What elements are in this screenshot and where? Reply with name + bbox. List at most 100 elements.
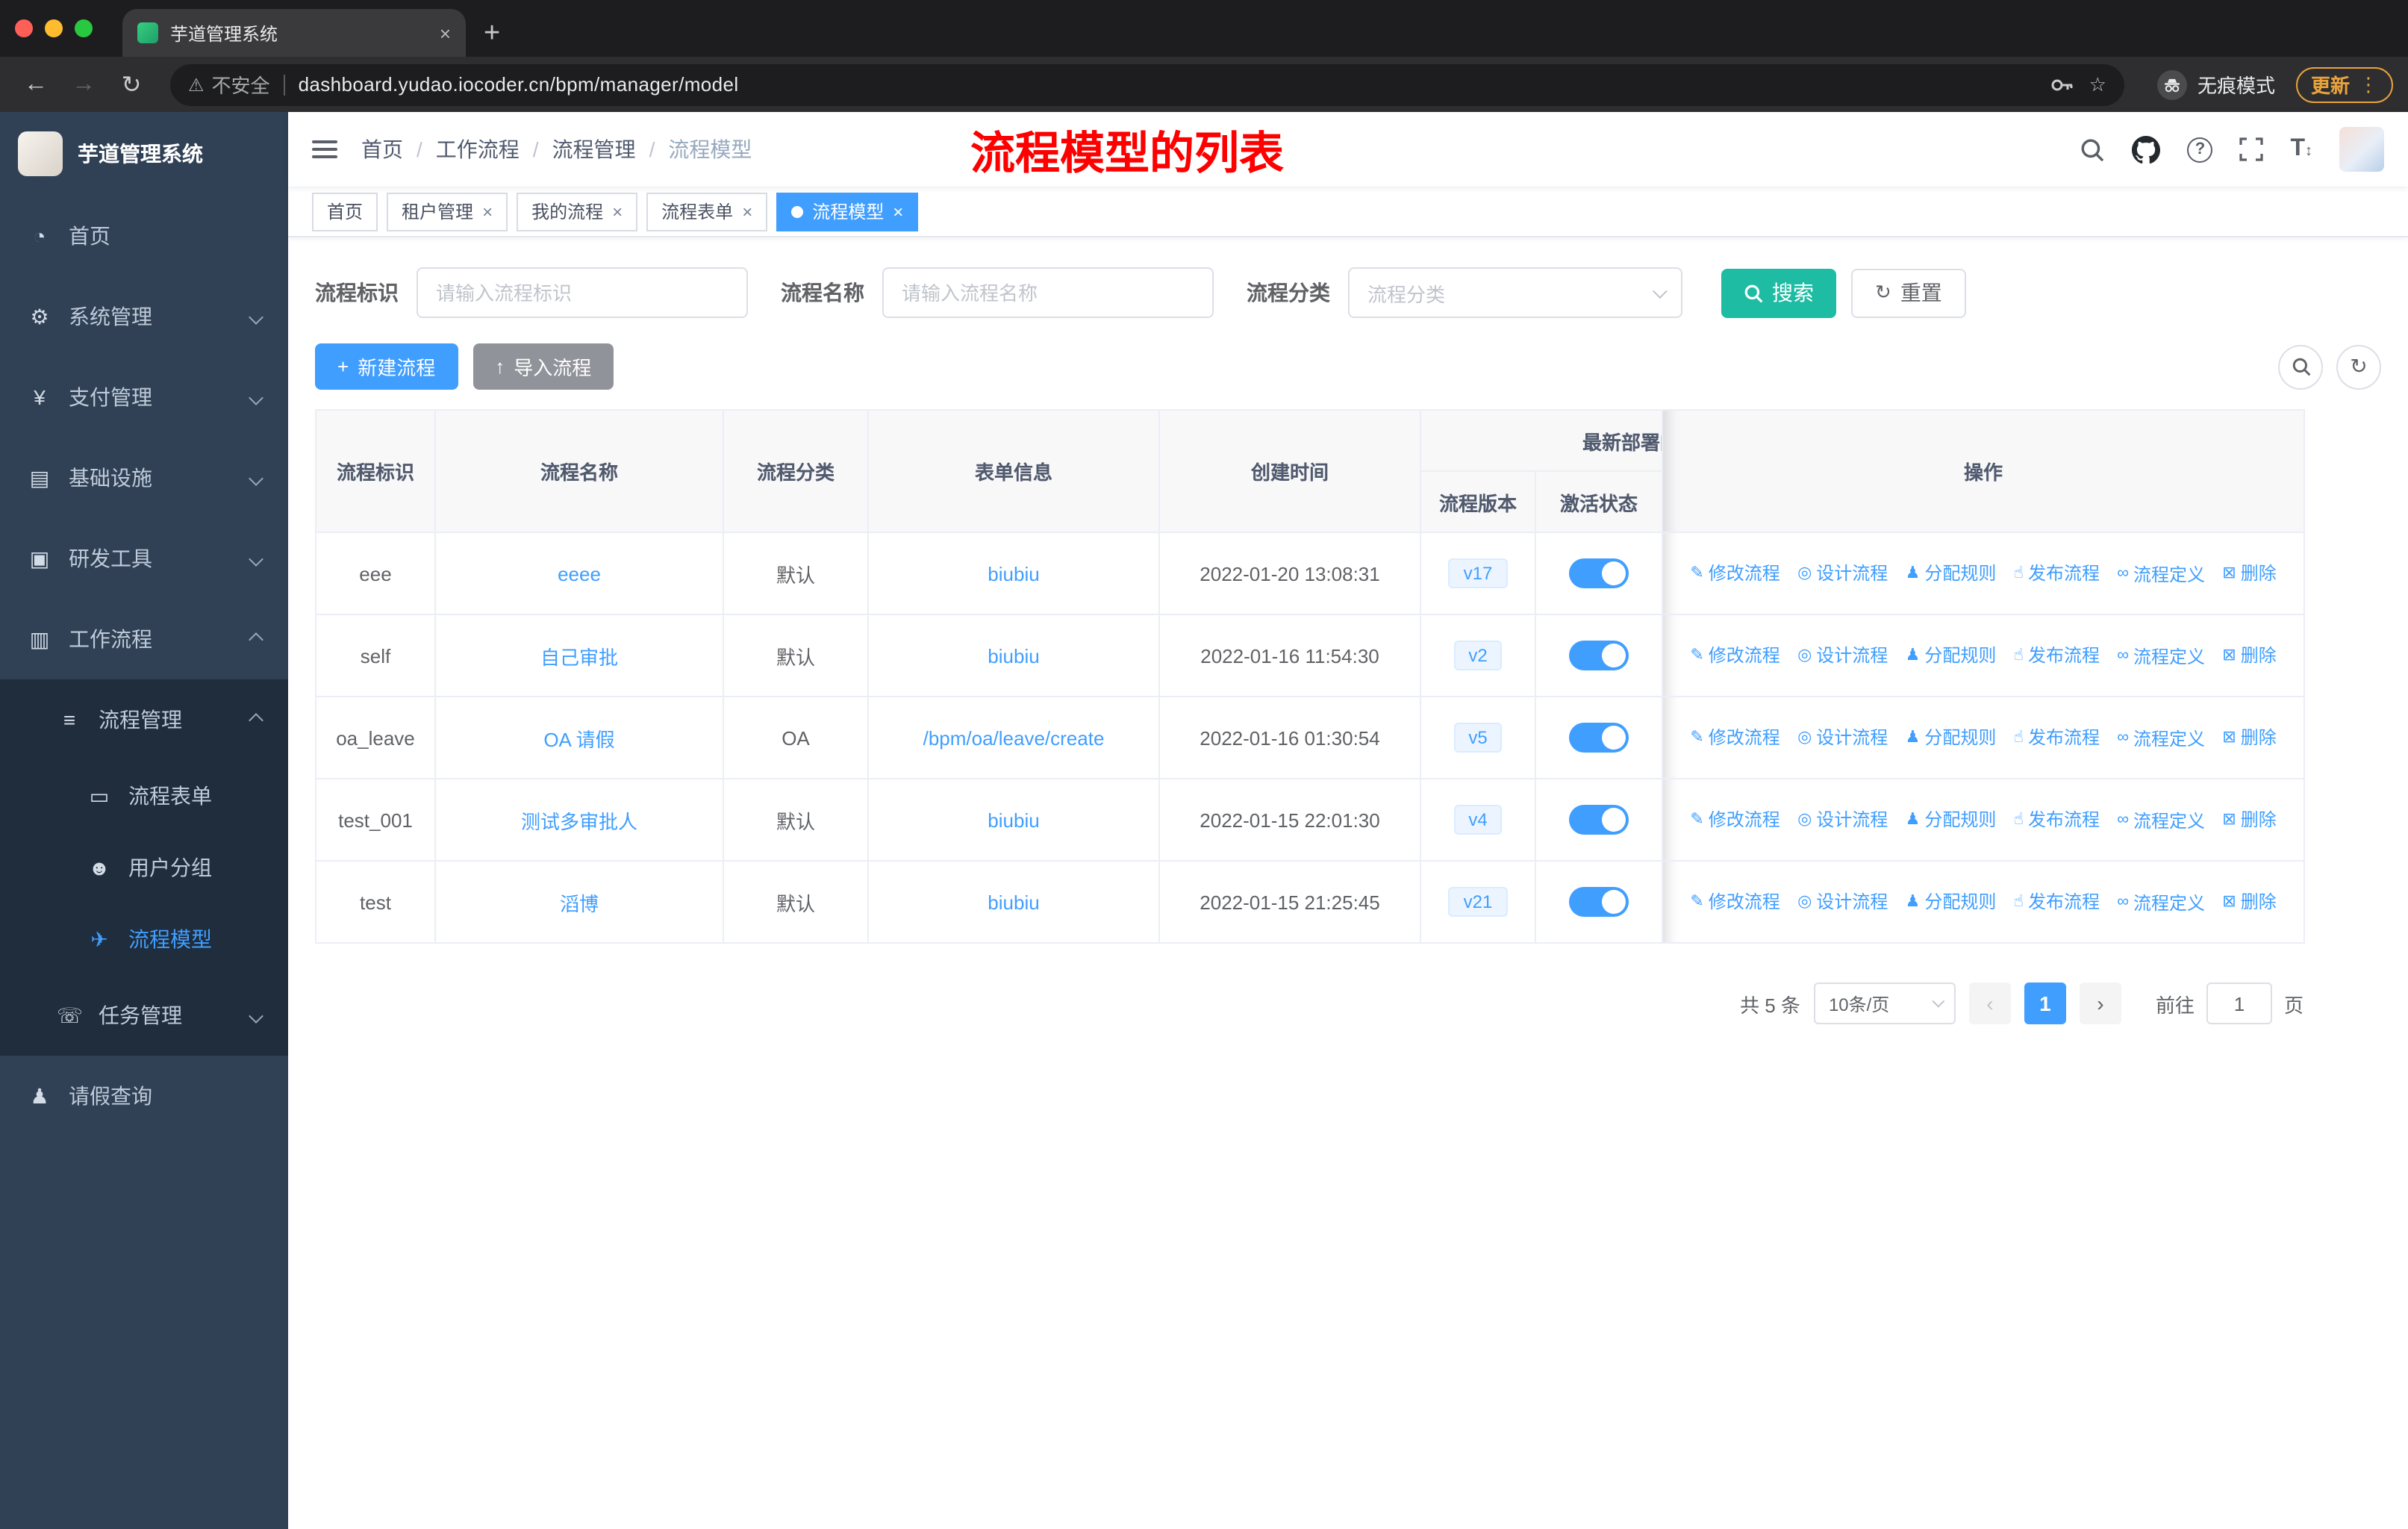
publish-process-link[interactable]: ☝ 发布流程 [2014,807,2100,832]
next-page-button[interactable]: › [2079,983,2121,1024]
active-toggle[interactable] [1569,641,1629,670]
process-definition-link[interactable]: ∞ 流程定义 [2117,561,2205,587]
sidebar-item-process-form[interactable]: ▭ 流程表单 [0,760,288,832]
search-icon[interactable] [2080,137,2105,162]
browser-menu-icon[interactable]: ⋮ [2359,72,2378,96]
window-minimize-button[interactable] [45,19,63,37]
active-toggle[interactable] [1569,558,1629,588]
process-name-link[interactable]: 滔博 [560,892,599,915]
process-name-link[interactable]: eeee [558,562,601,585]
modify-process-link[interactable]: ✎ 修改流程 [1690,807,1780,832]
close-icon[interactable]: × [482,201,493,222]
search-button[interactable]: 搜索 [1721,268,1836,317]
delete-process-link[interactable]: ⊠ 删除 [2222,725,2276,750]
modify-process-link[interactable]: ✎ 修改流程 [1690,643,1780,668]
github-icon[interactable] [2132,135,2161,164]
publish-process-link[interactable]: ☝ 发布流程 [2014,643,2100,668]
help-icon[interactable]: ? [2187,137,2213,162]
process-id-input[interactable] [417,267,748,318]
sidebar-item-task-management[interactable]: ☏ 任务管理 [0,975,288,1056]
assign-rule-link[interactable]: ♟ 分配规则 [1906,889,1997,915]
modify-process-link[interactable]: ✎ 修改流程 [1690,725,1780,750]
form-info-link[interactable]: /bpm/oa/leave/create [923,726,1105,749]
modify-process-link[interactable]: ✎ 修改流程 [1690,561,1780,586]
goto-page-input[interactable] [2206,983,2272,1024]
sidebar-item-process-model[interactable]: ✈ 流程模型 [0,903,288,975]
sidebar-item-infrastructure[interactable]: ▤ 基础设施 [0,437,288,518]
sidebar-item-leave-query[interactable]: ♟ 请假查询 [0,1056,288,1136]
form-info-link[interactable]: biubiu [988,809,1039,831]
tag-process-model[interactable]: 流程模型 × [776,192,919,231]
publish-process-link[interactable]: ☝ 发布流程 [2014,889,2100,915]
sidebar-item-workflow[interactable]: ▥ 工作流程 [0,599,288,679]
delete-process-link[interactable]: ⊠ 删除 [2222,561,2276,586]
assign-rule-link[interactable]: ♟ 分配规则 [1906,561,1997,586]
password-key-icon[interactable] [2050,72,2074,96]
delete-process-link[interactable]: ⊠ 删除 [2222,643,2276,668]
hamburger-icon[interactable] [312,136,337,163]
process-definition-link[interactable]: ∞ 流程定义 [2117,808,2205,833]
address-bar[interactable]: ⚠ 不安全 dashboard.yudao.iocoder.cn/bpm/man… [170,63,2124,105]
sidebar-item-home[interactable]: ◔ 首页 [0,196,288,276]
process-definition-link[interactable]: ∞ 流程定义 [2117,890,2205,915]
user-avatar[interactable] [2339,127,2384,172]
sidebar-item-user-group[interactable]: ☻ 用户分组 [0,832,288,903]
tag-my-process[interactable]: 我的流程 × [517,192,638,231]
reload-button[interactable]: ↻ [110,63,152,105]
modify-process-link[interactable]: ✎ 修改流程 [1690,889,1780,915]
form-info-link[interactable]: biubiu [988,562,1039,585]
browser-update-button[interactable]: 更新 ⋮ [2295,66,2393,102]
import-process-button[interactable]: ↑ 导入流程 [472,343,614,390]
delete-process-link[interactable]: ⊠ 删除 [2222,889,2276,915]
publish-process-link[interactable]: ☝ 发布流程 [2014,725,2100,750]
tag-process-form[interactable]: 流程表单 × [646,192,768,231]
design-process-link[interactable]: ◎ 设计流程 [1797,807,1888,832]
page-1-button[interactable]: 1 [2024,983,2066,1024]
design-process-link[interactable]: ◎ 设计流程 [1797,643,1888,668]
refresh-table-button[interactable]: ↻ [2336,344,2381,389]
sidebar-item-devtools[interactable]: ▣ 研发工具 [0,518,288,599]
process-name-link[interactable]: 自己审批 [540,646,618,668]
breadcrumb-workflow[interactable]: 工作流程 [436,134,520,164]
back-button[interactable]: ← [15,63,57,105]
reset-button[interactable]: ↻ 重置 [1851,268,1966,317]
close-icon[interactable]: × [893,201,903,222]
process-name-input[interactable] [882,267,1214,318]
breadcrumb-home[interactable]: 首页 [361,134,403,164]
breadcrumb-process-management[interactable]: 流程管理 [552,134,636,164]
process-name-link[interactable]: OA 请假 [543,728,614,750]
sidebar-item-payment[interactable]: ¥ 支付管理 [0,357,288,437]
tag-tenant-management[interactable]: 租户管理 × [387,192,508,231]
window-close-button[interactable] [15,19,33,37]
form-info-link[interactable]: biubiu [988,644,1039,667]
forward-button[interactable]: → [63,63,105,105]
assign-rule-link[interactable]: ♟ 分配规则 [1906,725,1997,750]
active-toggle[interactable] [1569,805,1629,835]
page-size-select[interactable]: 10条/页 [1813,983,1956,1024]
design-process-link[interactable]: ◎ 设计流程 [1797,725,1888,750]
window-zoom-button[interactable] [75,19,93,37]
fullscreen-icon[interactable] [2239,137,2264,161]
security-chip[interactable]: ⚠ 不安全 [188,70,270,99]
sidebar-item-process-management[interactable]: ≡ 流程管理 [0,679,288,760]
tag-home[interactable]: 首页 [312,192,378,231]
font-size-icon[interactable]: T↕ [2290,136,2312,163]
bookmark-star-icon[interactable]: ☆ [2089,72,2106,96]
assign-rule-link[interactable]: ♟ 分配规则 [1906,643,1997,668]
active-toggle[interactable] [1569,723,1629,753]
close-icon[interactable]: × [612,201,623,222]
form-info-link[interactable]: biubiu [988,891,1039,913]
publish-process-link[interactable]: ☝ 发布流程 [2014,561,2100,586]
prev-page-button[interactable]: ‹ [1968,983,2011,1024]
assign-rule-link[interactable]: ♟ 分配规则 [1906,807,1997,832]
tab-close-icon[interactable]: × [440,22,451,44]
toggle-search-button[interactable] [2278,344,2323,389]
process-definition-link[interactable]: ∞ 流程定义 [2117,726,2205,751]
new-tab-button[interactable]: + [484,18,500,51]
design-process-link[interactable]: ◎ 设计流程 [1797,561,1888,586]
create-process-button[interactable]: + 新建流程 [315,343,458,390]
process-name-link[interactable]: 测试多审批人 [521,810,637,832]
design-process-link[interactable]: ◎ 设计流程 [1797,889,1888,915]
process-category-select[interactable]: 流程分类 [1348,267,1682,318]
active-toggle[interactable] [1569,887,1629,917]
